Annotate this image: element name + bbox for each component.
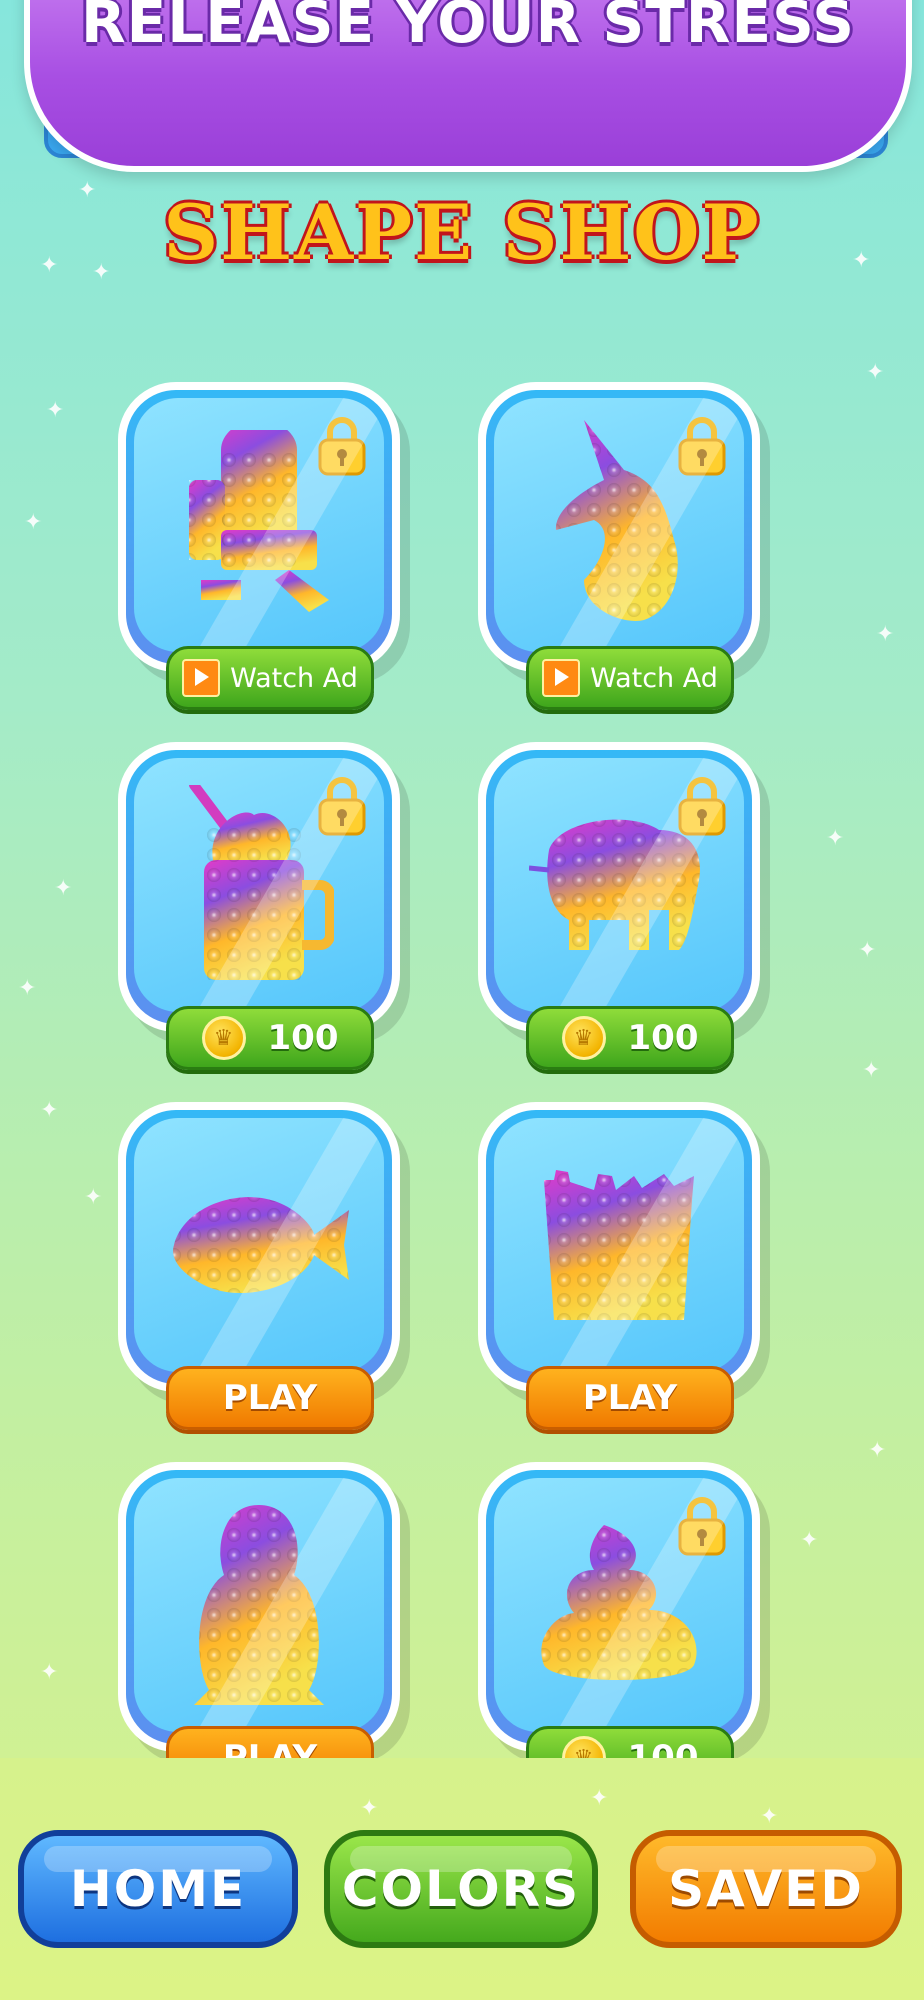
sparkle-decoration: ✦ xyxy=(800,1528,819,1553)
play-button[interactable]: PLAY xyxy=(526,1366,734,1430)
watch-ad-button[interactable]: Watch Ad xyxy=(526,646,734,710)
card-background xyxy=(494,1478,744,1732)
fish-shape-icon xyxy=(173,1197,349,1294)
buy-button[interactable]: ♛ 100 xyxy=(166,1006,374,1070)
lock-icon xyxy=(318,414,366,476)
robot-shape-icon xyxy=(189,430,329,612)
card-background xyxy=(494,758,744,1012)
lock-icon xyxy=(678,774,726,836)
lock-icon xyxy=(678,414,726,476)
sparkle-decoration: ✦ xyxy=(84,1185,103,1210)
card-background xyxy=(494,1118,744,1372)
sparkle-decoration: ✦ xyxy=(54,876,73,901)
buy-button[interactable]: ♛ 100 xyxy=(526,1006,734,1070)
shape-card-unicorn[interactable] xyxy=(478,382,760,672)
card-background xyxy=(134,398,384,652)
home-button[interactable]: HOME xyxy=(18,1830,298,1948)
sparkle-decoration: ✦ xyxy=(40,1660,59,1685)
card-background xyxy=(134,758,384,1012)
shape-card-elephant[interactable] xyxy=(478,742,760,1032)
video-ad-icon xyxy=(542,659,581,697)
coin-icon: ♛ xyxy=(561,1016,606,1060)
card-background xyxy=(134,1478,384,1732)
colors-button[interactable]: COLORS xyxy=(324,1830,598,1948)
card-background xyxy=(494,398,744,652)
sparkle-decoration: ✦ xyxy=(862,1058,881,1083)
shop-title: SHAPE SHOP xyxy=(163,188,761,277)
elephant-shape-icon xyxy=(529,819,700,950)
sparkle-decoration: ✦ xyxy=(866,360,885,385)
sparkle-decoration: ✦ xyxy=(360,1796,379,1821)
video-ad-icon xyxy=(182,659,221,697)
watch-ad-label: Watch Ad xyxy=(230,662,358,694)
shape-card-milkshake-jar[interactable] xyxy=(118,742,400,1032)
card-background xyxy=(134,1118,384,1372)
sparkle-decoration: ✦ xyxy=(760,1804,779,1829)
fries-shape-icon xyxy=(544,1170,694,1320)
header-banner: RELEASE YOUR STRESS xyxy=(24,0,912,172)
sparkle-decoration: ✦ xyxy=(590,1786,609,1811)
sparkle-decoration: ✦ xyxy=(46,398,65,423)
sparkle-decoration: ✦ xyxy=(868,1438,887,1463)
sparkle-decoration: ✦ xyxy=(826,826,845,851)
sparkle-decoration: ✦ xyxy=(858,938,877,963)
price-label: 100 xyxy=(267,1018,339,1058)
price-label: 100 xyxy=(627,1018,699,1058)
lock-icon xyxy=(678,1494,726,1556)
shape-card-fries[interactable] xyxy=(478,1102,760,1392)
swirl-shape-icon xyxy=(541,1525,697,1680)
sparkle-decoration: ✦ xyxy=(876,622,895,647)
sparkle-decoration: ✦ xyxy=(24,510,43,535)
shape-card-penguin[interactable] xyxy=(118,1462,400,1752)
play-button[interactable]: PLAY xyxy=(166,1366,374,1430)
banner-title: RELEASE YOUR STRESS xyxy=(80,0,856,56)
lock-icon xyxy=(318,774,366,836)
saved-button[interactable]: SAVED xyxy=(630,1830,902,1948)
sparkle-decoration: ✦ xyxy=(40,1098,59,1123)
watch-ad-label: Watch Ad xyxy=(590,662,718,694)
penguin-shape-icon xyxy=(194,1505,324,1705)
shape-card-swirl[interactable] xyxy=(478,1462,760,1752)
coin-icon: ♛ xyxy=(201,1016,246,1060)
shape-card-robot[interactable] xyxy=(118,382,400,672)
milkshake-shape-icon xyxy=(189,785,334,980)
unicorn-shape-icon xyxy=(555,420,678,621)
shape-card-fish[interactable] xyxy=(118,1102,400,1392)
watch-ad-button[interactable]: Watch Ad xyxy=(166,646,374,710)
sparkle-decoration: ✦ xyxy=(18,976,37,1001)
